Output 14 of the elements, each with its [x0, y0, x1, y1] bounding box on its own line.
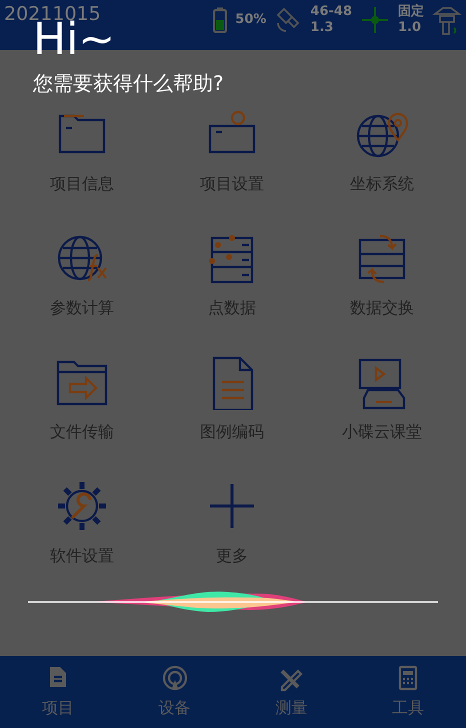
prompt-text: 您需要获得什么帮助? [33, 70, 224, 97]
pdop-value: 1.3 [310, 20, 334, 36]
crosshair-icon [360, 5, 390, 36]
receiver-icon [432, 4, 462, 36]
nav-tab[interactable]: 工具 [350, 664, 466, 720]
nav-tab[interactable]: 项目 [0, 664, 116, 720]
solution-age: 1.0 [398, 20, 422, 36]
battery-percent: 50% [235, 12, 266, 28]
satellite-count: 46-48 [310, 4, 352, 20]
solution-status: 固定 [398, 4, 424, 20]
signal-icon [160, 664, 189, 692]
nav-tab[interactable]: 设备 [116, 664, 233, 720]
battery-icon [213, 7, 228, 34]
nav-tab[interactable]: 测量 [233, 664, 350, 720]
